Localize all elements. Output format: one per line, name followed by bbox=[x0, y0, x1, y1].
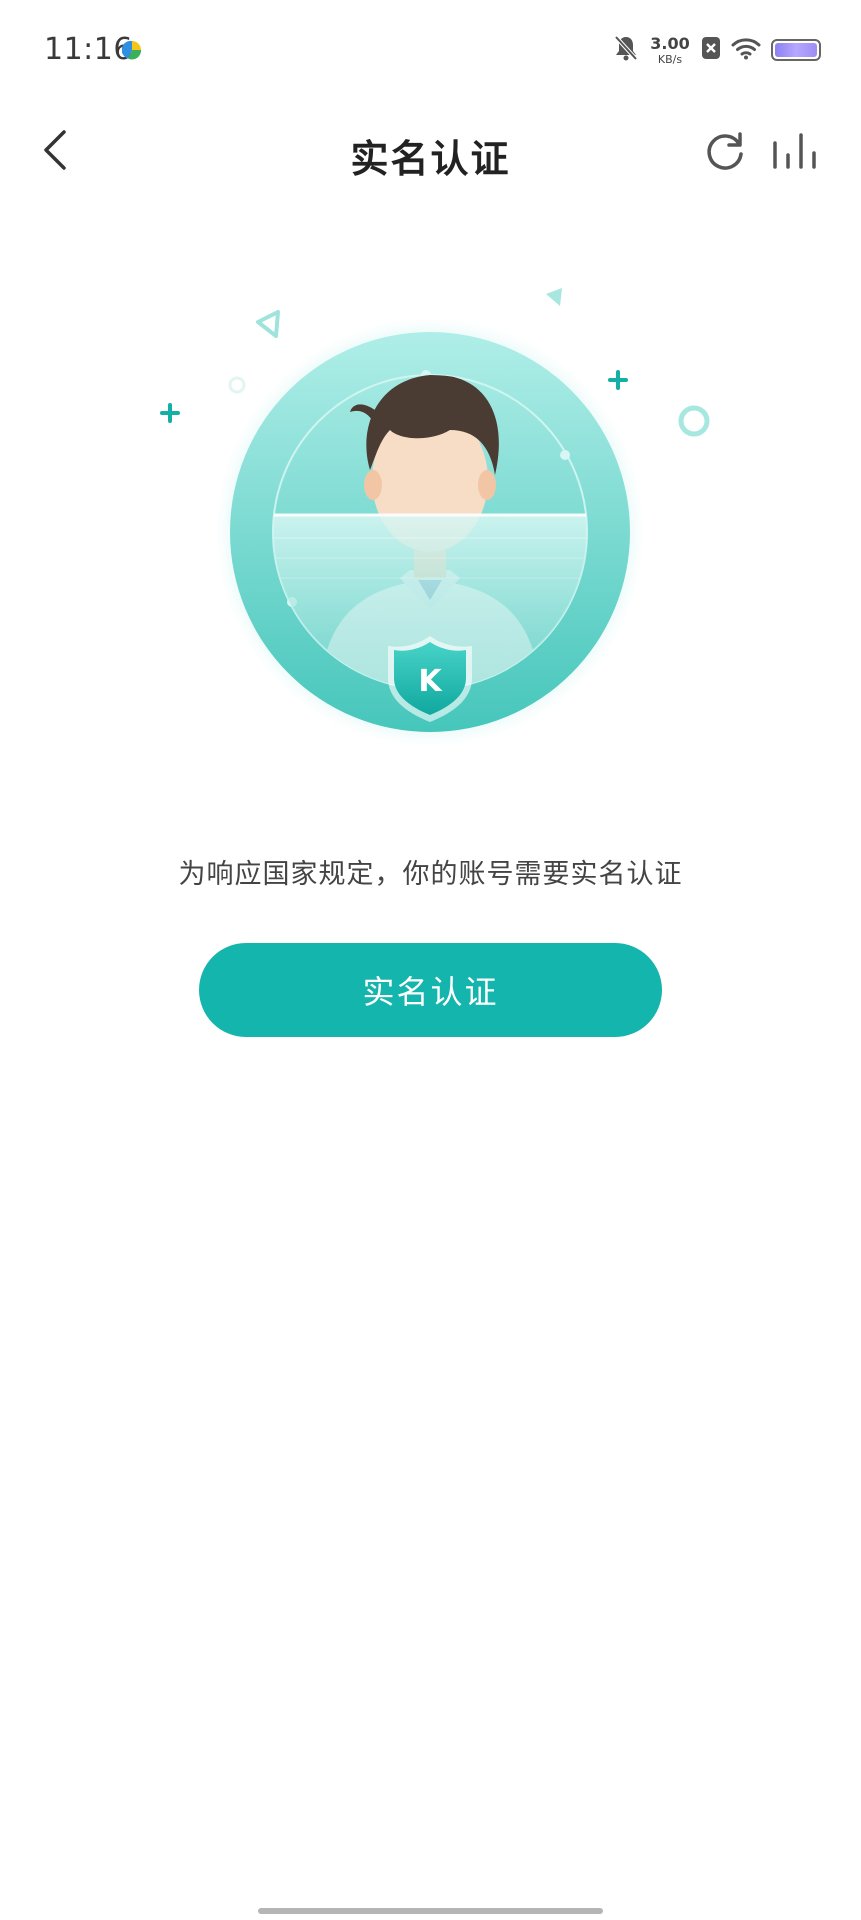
decor-triangle-left bbox=[256, 310, 280, 338]
mute-bell-icon bbox=[613, 34, 639, 66]
status-time: 11:16 bbox=[44, 32, 133, 67]
close-box-icon bbox=[701, 36, 721, 64]
decor-ring bbox=[678, 405, 710, 437]
stats-button[interactable] bbox=[768, 128, 822, 178]
nav-bar: 实名认证 bbox=[0, 100, 861, 210]
refresh-icon bbox=[704, 130, 746, 176]
decor-triangle-top bbox=[546, 288, 562, 306]
plus-icon bbox=[608, 370, 628, 390]
network-speed: 3.00 KB/s bbox=[649, 33, 691, 66]
identity-illustration: K bbox=[130, 280, 730, 760]
verification-prompt: 为响应国家规定，你的账号需要实名认证 bbox=[178, 859, 683, 890]
battery-level bbox=[775, 43, 817, 57]
bar-chart-icon bbox=[771, 131, 819, 175]
network-speed-unit: KB/s bbox=[657, 52, 683, 66]
app-notification-icon bbox=[121, 40, 142, 60]
home-indicator[interactable] bbox=[258, 1908, 603, 1914]
battery-icon bbox=[771, 39, 821, 61]
plus-icon bbox=[160, 403, 180, 423]
status-icons: 3.00 KB/s bbox=[613, 30, 821, 70]
decor-dot bbox=[228, 376, 246, 394]
real-name-verify-button[interactable]: 实名认证 bbox=[199, 943, 662, 1037]
orbit-dot bbox=[560, 450, 570, 460]
wifi-icon bbox=[731, 36, 761, 64]
network-speed-value: 3.00 bbox=[650, 33, 690, 53]
status-bar: 11:16 3.00 KB/s bbox=[0, 0, 861, 100]
refresh-button[interactable] bbox=[700, 128, 750, 178]
shield-badge-letter: K bbox=[418, 664, 443, 699]
